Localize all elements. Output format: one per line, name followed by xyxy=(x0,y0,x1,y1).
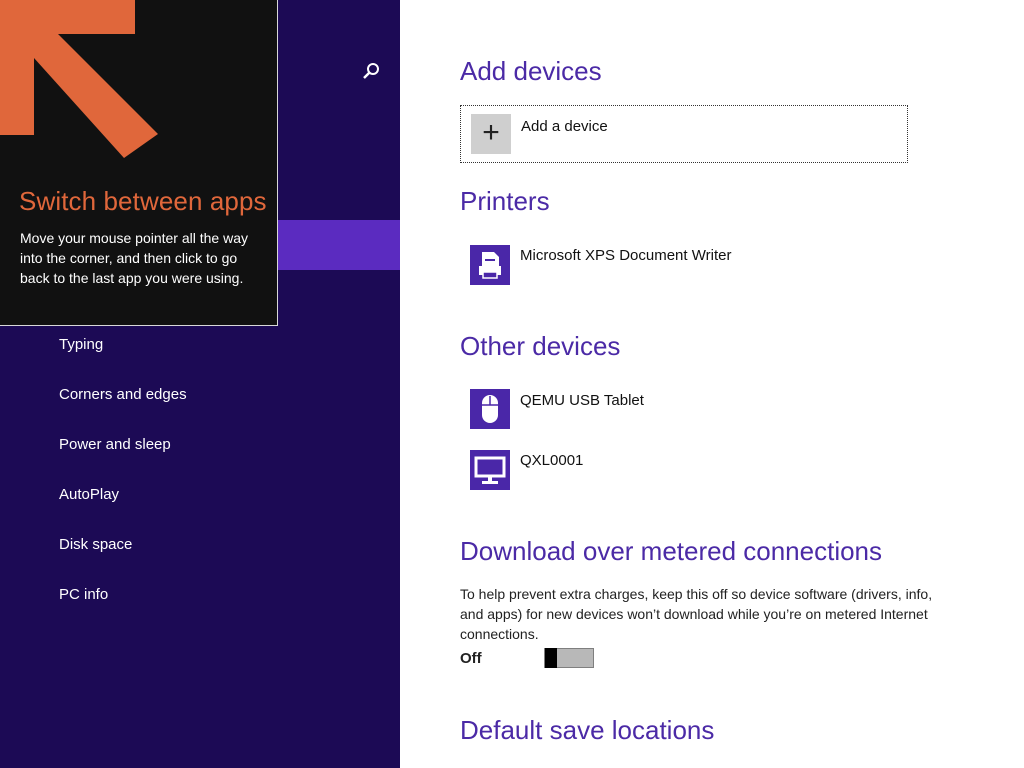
add-device-button[interactable]: + Add a device xyxy=(460,105,908,163)
qemu-usb-tablet-label[interactable]: QEMU USB Tablet xyxy=(520,392,644,409)
save-locations-heading: Default save locations xyxy=(460,715,715,745)
printer-xps-label[interactable]: Microsoft XPS Document Writer xyxy=(520,247,731,264)
other-devices-heading: Other devices xyxy=(460,331,621,361)
metered-description: To help prevent extra charges, keep this… xyxy=(460,586,933,642)
printers-heading: Printers xyxy=(460,186,550,216)
sidebar-item-typing[interactable]: Typing xyxy=(59,335,187,385)
qxl0001-label[interactable]: QXL0001 xyxy=(520,452,583,469)
sidebar-item-pc-info[interactable]: PC info xyxy=(59,585,187,635)
tip-popup: Switch between apps Move your mouse poin… xyxy=(0,0,278,326)
sidebar-item-corners-and-edges[interactable]: Corners and edges xyxy=(59,385,187,435)
sidebar-item-disk-space[interactable]: Disk space xyxy=(59,535,187,585)
mouse-icon[interactable] xyxy=(470,389,510,429)
printer-icon[interactable] xyxy=(470,245,510,285)
arrow-up-left-icon xyxy=(0,0,158,158)
search-icon[interactable] xyxy=(360,60,382,82)
add-devices-heading: Add devices xyxy=(460,56,602,86)
metered-toggle-state: Off xyxy=(460,650,482,667)
plus-icon: + xyxy=(471,114,511,154)
metered-toggle[interactable] xyxy=(544,648,594,668)
sidebar-item-power-and-sleep[interactable]: Power and sleep xyxy=(59,435,187,485)
toggle-thumb xyxy=(545,648,557,668)
sidebar-item-autoplay[interactable]: AutoPlay xyxy=(59,485,187,535)
monitor-icon[interactable] xyxy=(470,450,510,490)
tip-body: Move your mouse pointer all the way into… xyxy=(20,230,248,286)
metered-heading: Download over metered connections xyxy=(460,536,883,566)
sidebar-nav: Typing Corners and edges Power and sleep… xyxy=(59,335,187,635)
tip-title: Switch between apps xyxy=(19,186,267,216)
add-device-label: Add a device xyxy=(521,118,608,135)
